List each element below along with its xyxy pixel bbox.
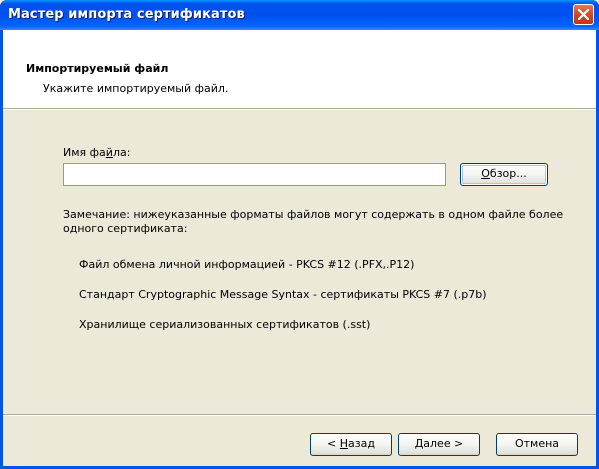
page-title: Импортируемый файл <box>26 62 169 75</box>
format-item-pfx: Файл обмена личной информацией - PKCS #1… <box>79 258 415 271</box>
browse-button[interactable]: Обзор... <box>460 163 548 186</box>
next-button[interactable]: Далее > <box>398 433 480 456</box>
cancel-button[interactable]: Отмена <box>496 433 578 456</box>
close-icon <box>577 8 590 21</box>
file-name-input[interactable] <box>63 163 446 186</box>
back-button[interactable]: < Назад <box>310 433 392 456</box>
wizard-header: Импортируемый файл Укажите импортируемый… <box>3 30 596 108</box>
title-bar[interactable]: Мастер импорта сертификатов <box>0 0 599 30</box>
format-item-sst: Хранилище сериализованных сертификатов (… <box>79 318 371 331</box>
window-title: Мастер импорта сертификатов <box>8 7 245 22</box>
wizard-window: Мастер импорта сертификатов Импортируемы… <box>0 0 599 469</box>
page-subtitle: Укажите импортируемый файл. <box>43 82 229 95</box>
format-item-p7b: Стандарт Cryptographic Message Syntax - … <box>79 288 487 301</box>
file-name-label: Имя файла: <box>63 146 131 159</box>
note-text: Замечание: нижеуказанные форматы файлов … <box>63 208 564 235</box>
footer-divider <box>3 414 596 416</box>
dialog-client-area: Импортируемый файл Укажите импортируемый… <box>3 30 596 466</box>
header-divider <box>3 108 596 110</box>
close-button[interactable] <box>573 4 594 25</box>
